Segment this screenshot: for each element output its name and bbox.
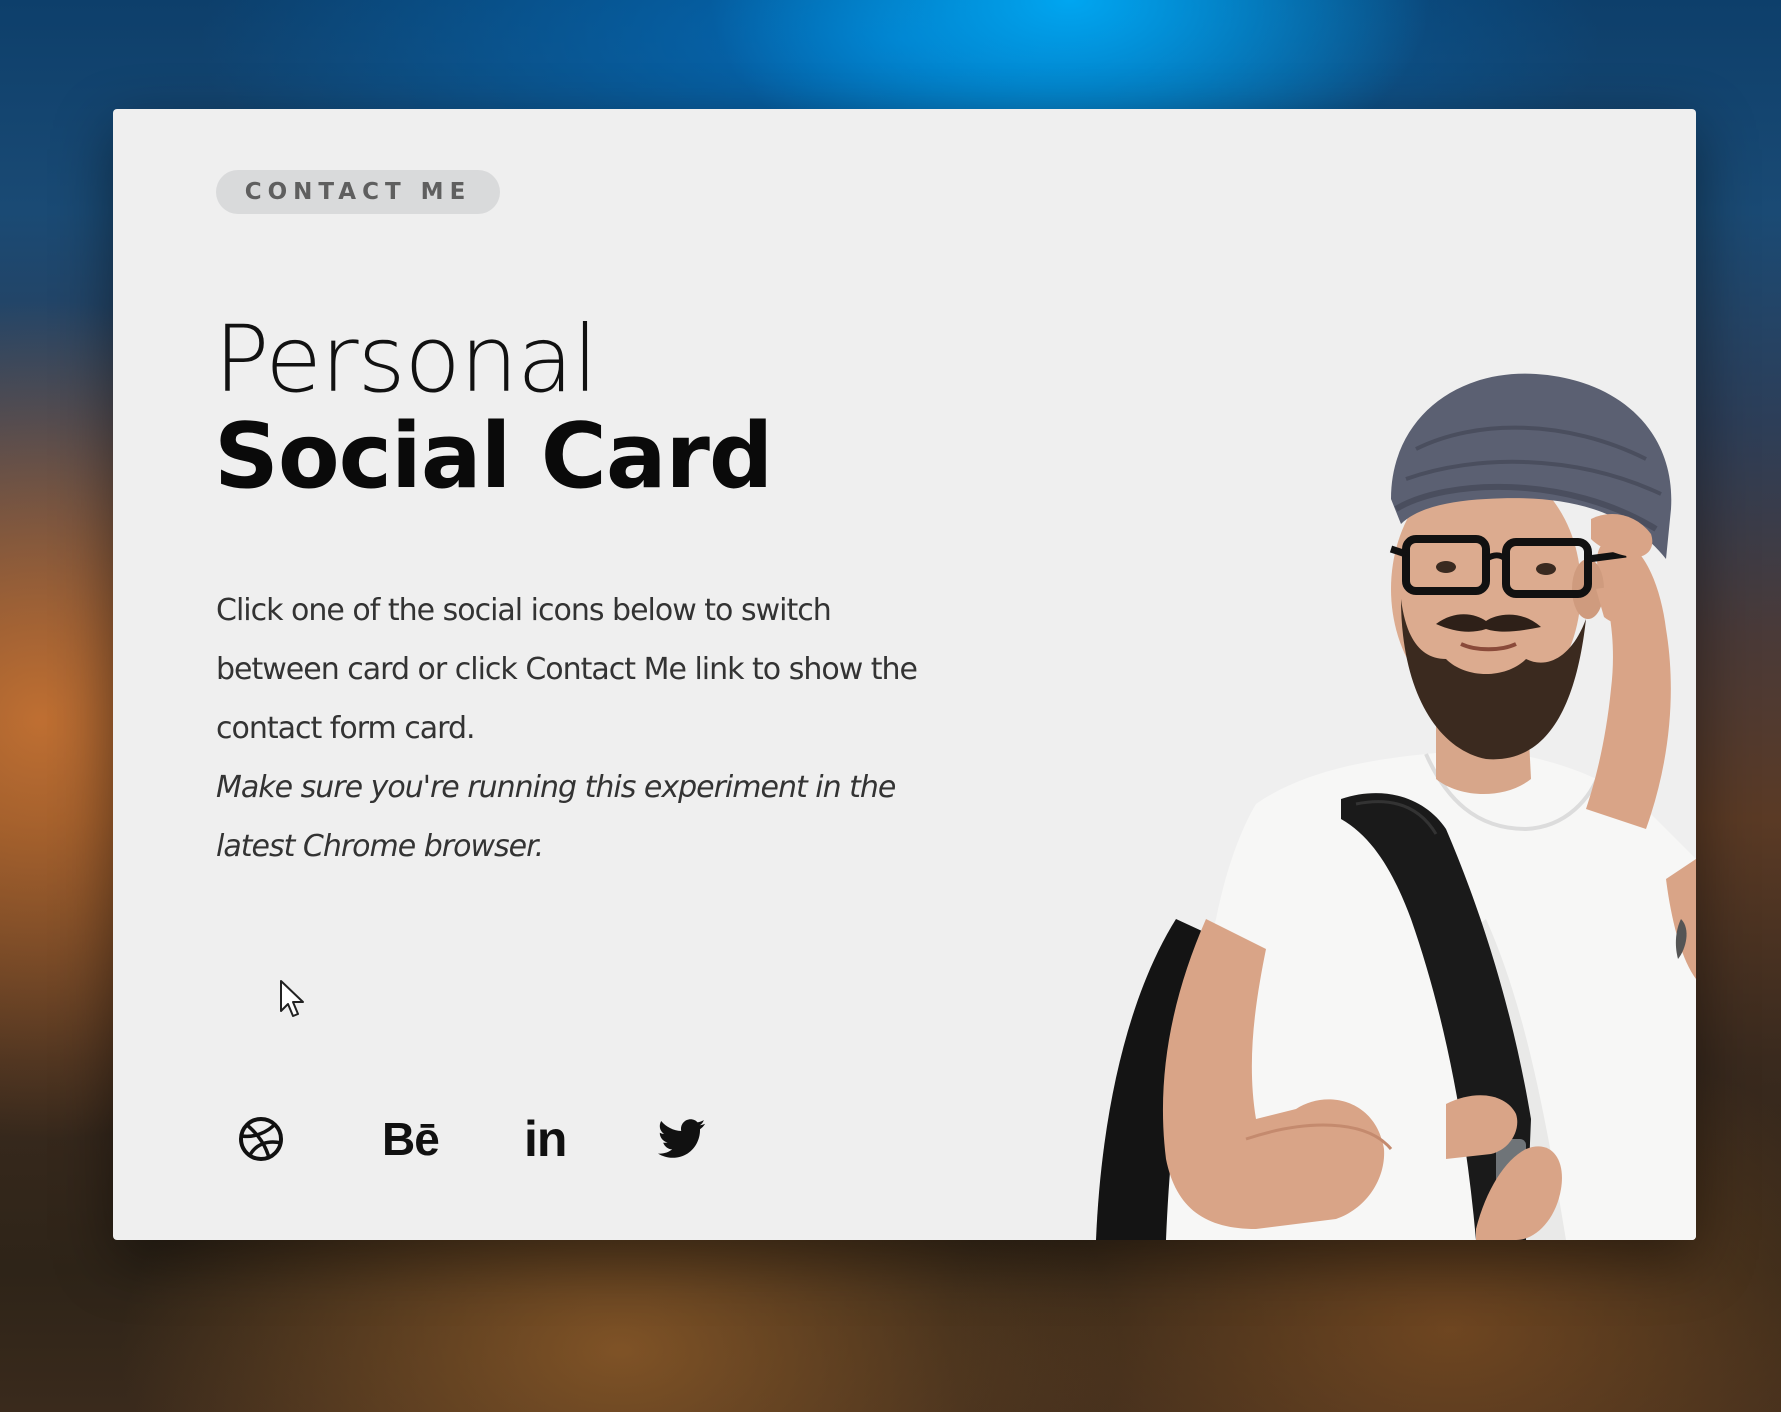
social-card: CONTACT ME Personal Social Card Click on…: [113, 109, 1696, 1240]
description-text: Click one of the social icons below to s…: [216, 593, 918, 746]
social-linkedin[interactable]: in: [518, 1109, 658, 1169]
contact-me-button[interactable]: CONTACT ME: [216, 170, 500, 214]
twitter-icon: [658, 1119, 706, 1158]
card-description: Click one of the social icons below to s…: [216, 581, 956, 876]
mouse-cursor-icon: [280, 980, 304, 1017]
card-title-light: Personal: [214, 306, 598, 413]
person-photo: [1096, 373, 1696, 1240]
social-icons: Bē in: [238, 1109, 798, 1169]
browser-note: Make sure you're running this experiment…: [216, 770, 896, 864]
social-behance[interactable]: Bē: [378, 1109, 518, 1169]
linkedin-icon: in: [524, 1111, 567, 1167]
card-title-bold: Social Card: [214, 404, 773, 509]
social-dribbble[interactable]: [238, 1109, 378, 1169]
social-twitter[interactable]: [658, 1109, 798, 1169]
dribbble-icon: [239, 1117, 283, 1161]
behance-icon: Bē: [382, 1113, 440, 1165]
